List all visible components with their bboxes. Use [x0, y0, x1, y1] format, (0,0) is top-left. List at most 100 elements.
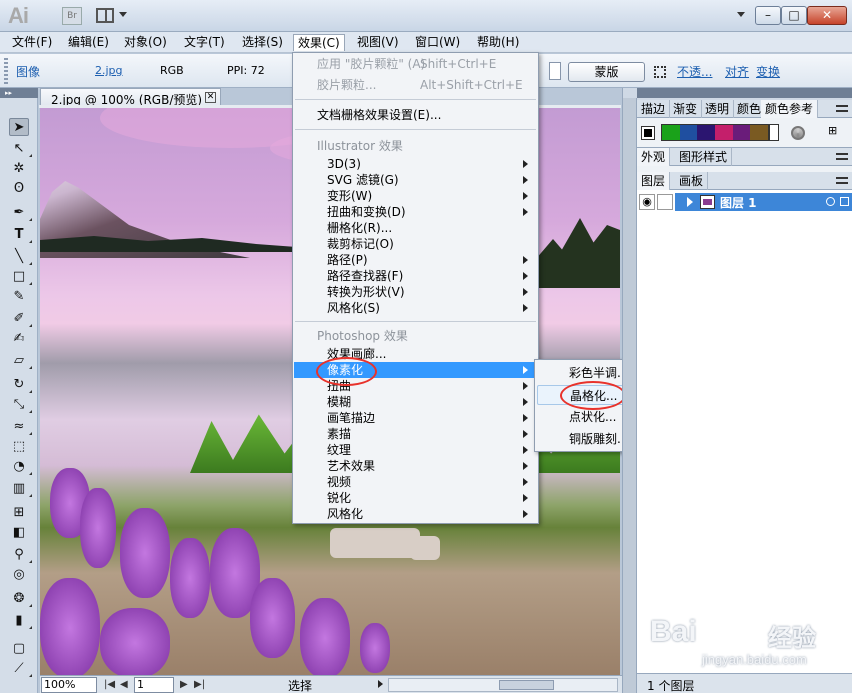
tab-color-guide[interactable]: 颜色参考: [761, 100, 819, 118]
grip-handle[interactable]: [4, 58, 8, 84]
lasso-tool-icon[interactable]: ʘ: [9, 180, 29, 198]
bridge-button[interactable]: Br: [62, 7, 82, 25]
tools-panel-header[interactable]: ▸▸: [0, 88, 38, 98]
menu-effect-pathfinder[interactable]: 路径查找器(F): [294, 268, 537, 284]
first-artboard-icon[interactable]: |◀: [104, 679, 115, 690]
layer-name[interactable]: 图层 1: [720, 194, 757, 211]
pencil-tool-icon[interactable]: ✐: [9, 310, 32, 328]
tab-layers[interactable]: 图层: [637, 172, 671, 190]
panel-dock-header[interactable]: [637, 88, 852, 98]
menu-effect-texture[interactable]: 纹理: [294, 442, 537, 458]
base-color-swatch[interactable]: [641, 126, 655, 140]
panel-menu-icon[interactable]: [836, 153, 848, 160]
gradient-tool-icon[interactable]: ◧: [9, 524, 29, 542]
artboard-tool-icon[interactable]: ▢: [9, 640, 29, 658]
menu-effect-gallery[interactable]: 效果画廊...: [294, 346, 537, 362]
selection-square-icon[interactable]: [840, 197, 849, 206]
harmony-swatch-5[interactable]: [750, 125, 769, 140]
arrange-documents-button[interactable]: [96, 7, 130, 25]
tab-stroke[interactable]: 描边: [637, 100, 671, 118]
menu-window[interactable]: 窗口(W): [411, 34, 464, 51]
tab-artboards[interactable]: 画板: [675, 172, 709, 190]
menu-file[interactable]: 文件(F): [8, 34, 56, 51]
menu-help[interactable]: 帮助(H): [473, 34, 523, 51]
panel-menu-icon[interactable]: [836, 177, 848, 184]
menu-effect-brush-strokes[interactable]: 画笔描边: [294, 410, 537, 426]
menu-effect-crop-marks[interactable]: 裁剪标记(O): [294, 236, 537, 252]
menu-view[interactable]: 视图(V): [353, 34, 403, 51]
scrollbar-thumb[interactable]: [499, 680, 554, 690]
menu-effect-svg-filters[interactable]: SVG 滤镜(G): [294, 172, 537, 188]
tab-graphic-styles[interactable]: 图形样式: [675, 148, 733, 166]
menu-effect-blur[interactable]: 模糊: [294, 394, 537, 410]
menu-effect-pixelate[interactable]: 像素化: [294, 362, 537, 378]
menu-effect-path[interactable]: 路径(P): [294, 252, 537, 268]
menu-effect-stylize-illustrator[interactable]: 风格化(S): [294, 300, 537, 316]
previous-artboard-icon[interactable]: ◀: [120, 679, 128, 690]
visibility-eye-icon[interactable]: ◉: [639, 194, 655, 210]
direct-selection-tool-icon[interactable]: ↖: [9, 140, 32, 158]
tab-appearance[interactable]: 外观: [637, 148, 671, 166]
options-dropdown[interactable]: [549, 62, 561, 80]
line-tool-icon[interactable]: ╲: [9, 248, 32, 266]
recolor-grid-icon[interactable]: [654, 66, 666, 78]
rotate-tool-icon[interactable]: ↻: [9, 376, 32, 394]
last-artboard-icon[interactable]: ▶|: [194, 679, 205, 690]
menu-effect-stylize-photoshop[interactable]: 风格化: [294, 506, 537, 522]
document-tab[interactable]: 2.jpg @ 100% (RGB/预览) ✕: [40, 88, 221, 107]
menu-effect-distort[interactable]: 扭曲: [294, 378, 537, 394]
menu-document-raster-effects-settings[interactable]: 文档栅格效果设置(E)...: [294, 107, 537, 123]
mask-button[interactable]: 蒙版: [568, 62, 645, 82]
menu-effect-video[interactable]: 视频: [294, 474, 537, 490]
status-menu-arrow-icon[interactable]: [378, 680, 383, 688]
next-artboard-icon[interactable]: ▶: [180, 679, 188, 690]
eraser-tool-icon[interactable]: ▱: [9, 352, 32, 370]
target-circle-icon[interactable]: [826, 197, 835, 206]
maximize-button[interactable]: □: [781, 6, 807, 25]
blob-brush-tool-icon[interactable]: ✍: [9, 330, 29, 348]
paintbrush-tool-icon[interactable]: ✎: [9, 288, 29, 306]
harmony-swatch-0[interactable]: [662, 125, 680, 140]
warp-tool-icon[interactable]: ≈: [9, 418, 32, 436]
artboard-number-field[interactable]: 1: [134, 677, 174, 693]
shape-builder-tool-icon[interactable]: ◔: [9, 458, 32, 476]
align-link[interactable]: 对齐: [725, 63, 749, 80]
layer-row[interactable]: ◉ 图层 1: [637, 193, 852, 211]
slice-tool-icon[interactable]: ⟋: [9, 660, 32, 678]
menu-effect-convert-to-shape[interactable]: 转换为形状(V): [294, 284, 537, 300]
harmony-swatch-2[interactable]: [697, 125, 716, 140]
blend-tool-icon[interactable]: ◎: [9, 566, 29, 584]
menu-type[interactable]: 文字(T): [180, 34, 229, 51]
symbol-sprayer-tool-icon[interactable]: ❂: [9, 590, 32, 608]
scale-tool-icon[interactable]: ⤡: [9, 396, 32, 414]
menu-last-effect[interactable]: 胶片颗粒... Alt+Shift+Ctrl+E: [294, 77, 537, 93]
tab-transparency[interactable]: 透明: [701, 100, 735, 118]
harmony-swatch-strip[interactable]: [661, 124, 769, 141]
horizontal-scrollbar[interactable]: [388, 678, 618, 692]
opacity-link[interactable]: 不透...: [677, 63, 712, 80]
menu-effect-artistic[interactable]: 艺术效果: [294, 458, 537, 474]
close-window-button[interactable]: ✕: [807, 6, 847, 25]
menu-effect-3d[interactable]: 3D(3): [294, 156, 537, 172]
harmony-swatch-1[interactable]: [679, 125, 698, 140]
pen-tool-icon[interactable]: ✒: [9, 204, 32, 222]
expand-layer-icon[interactable]: [687, 197, 693, 207]
type-tool-icon[interactable]: T: [9, 226, 32, 244]
menu-effect-sharpen[interactable]: 锐化: [294, 490, 537, 506]
menu-effect-sketch[interactable]: 素描: [294, 426, 537, 442]
harmony-swatch-3[interactable]: [715, 125, 733, 140]
eyedropper-tool-icon[interactable]: ⚲: [9, 546, 32, 564]
linked-file-link[interactable]: 2.jpg: [95, 64, 123, 77]
close-document-icon[interactable]: ✕: [205, 92, 216, 103]
transform-link[interactable]: 变换: [756, 63, 780, 80]
edit-colors-icon[interactable]: [791, 126, 805, 140]
menu-apply-last-effect[interactable]: 应用 "胶片颗粒" (A) Shift+Ctrl+E: [294, 56, 537, 72]
menu-object[interactable]: 对象(O): [120, 34, 171, 51]
harmony-rules-dropdown[interactable]: [769, 124, 779, 141]
perspective-grid-tool-icon[interactable]: ▥: [9, 480, 32, 498]
rectangle-tool-icon[interactable]: □: [9, 268, 32, 286]
menu-effect-distort-transform[interactable]: 扭曲和变换(D): [294, 204, 537, 220]
save-swatch-group-icon[interactable]: ⊞: [828, 124, 837, 137]
menu-effect-warp[interactable]: 变形(W): [294, 188, 537, 204]
mesh-tool-icon[interactable]: ⊞: [9, 504, 29, 522]
